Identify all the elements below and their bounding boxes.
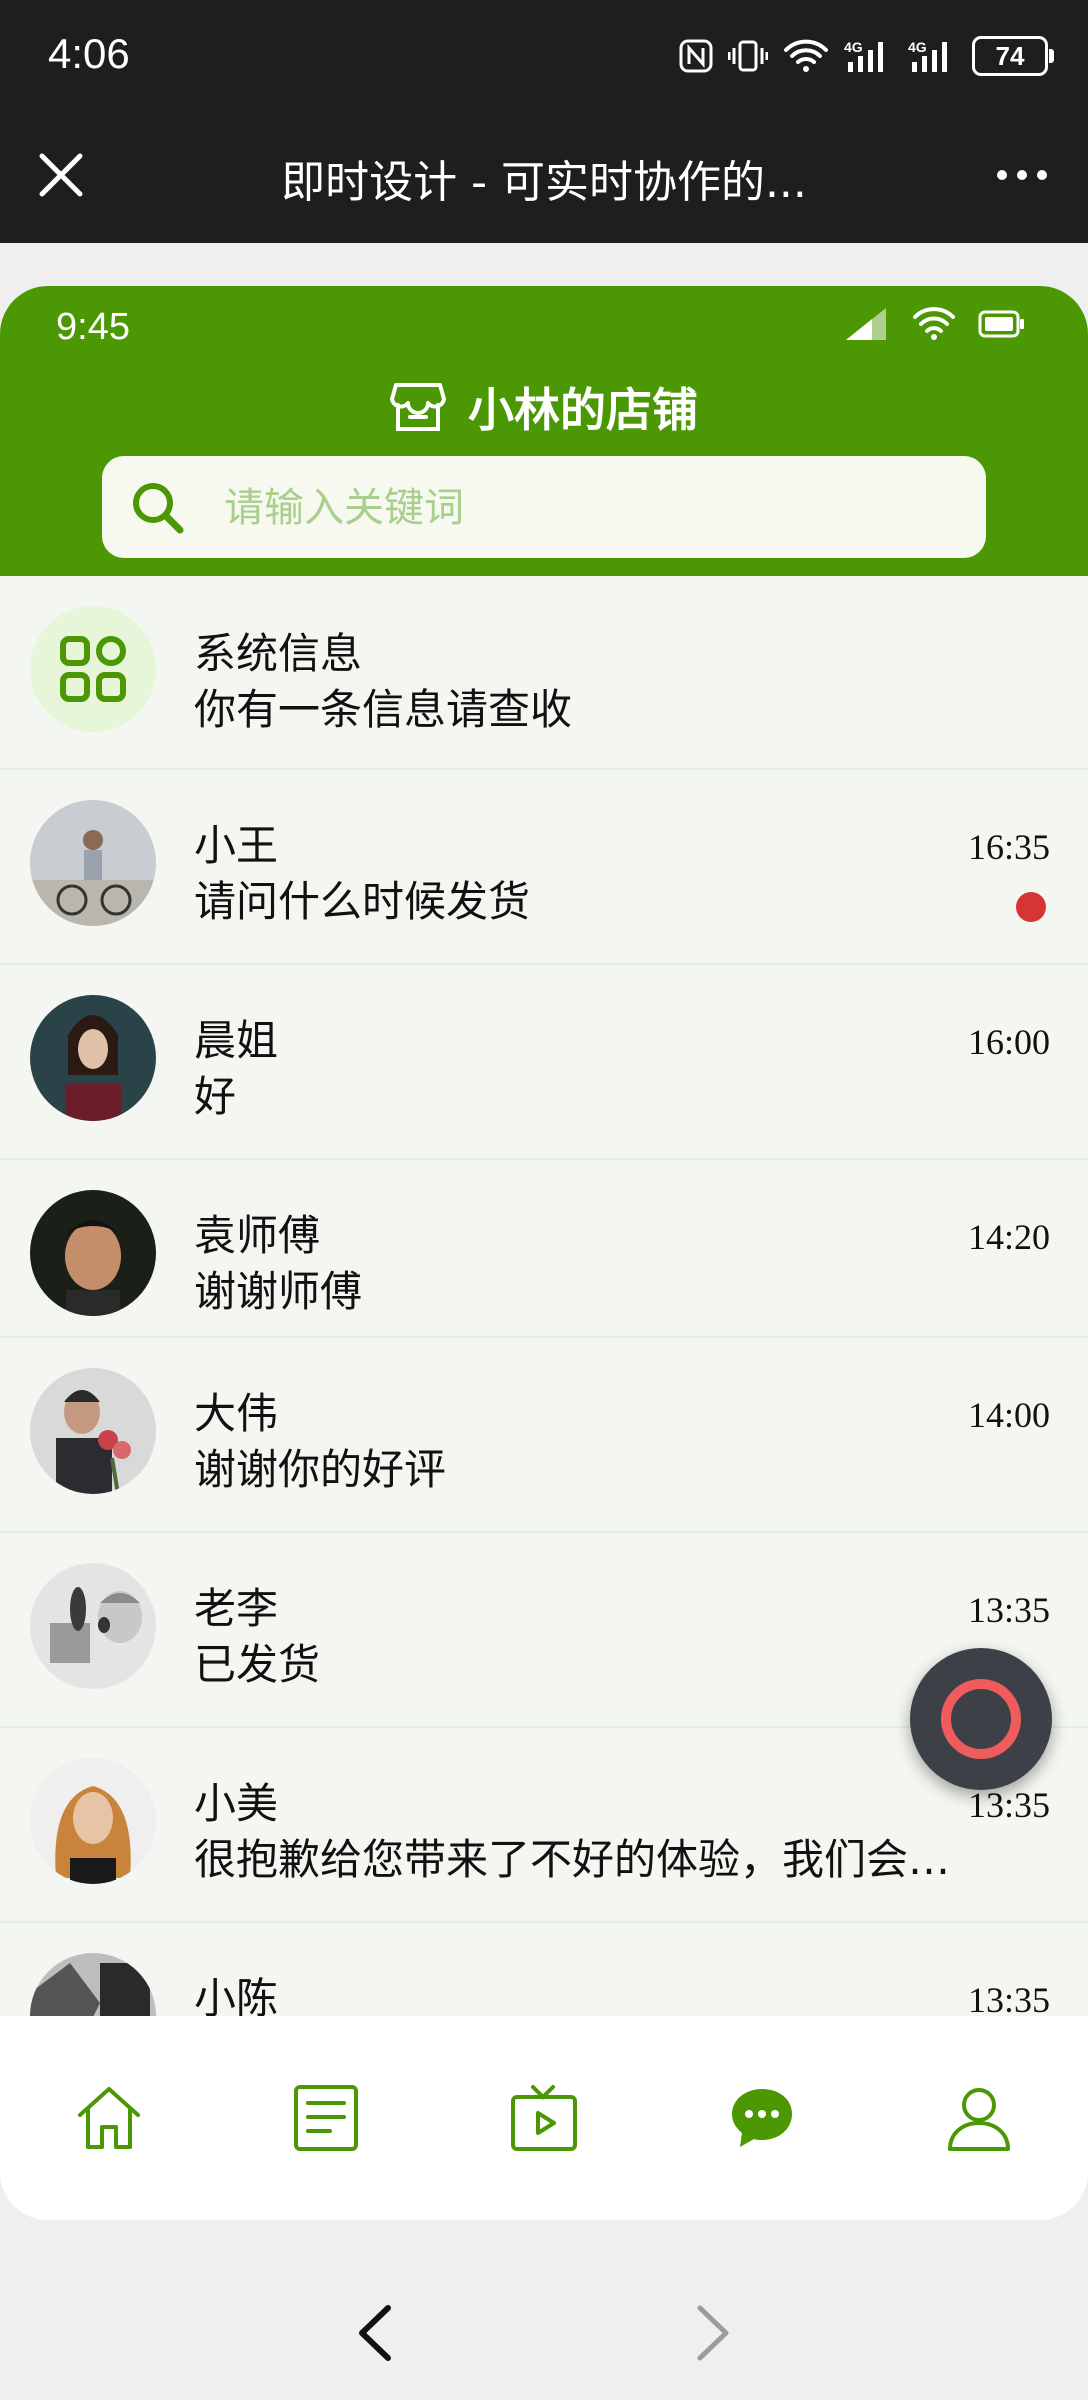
video-icon: [510, 2085, 577, 2151]
os-clock: 4:06: [48, 30, 130, 77]
chat-icon: [731, 2089, 792, 2147]
battery-icon: [978, 310, 1024, 338]
contact-name: 小美: [194, 1779, 279, 1828]
app-header: 9:45 小林的店铺: [0, 286, 1088, 576]
more-icon[interactable]: [994, 152, 1050, 198]
contact-name: 晨姐: [194, 1016, 279, 1065]
last-message: 很抱歉给您带来了不好的体验，我们会…: [194, 1835, 951, 1884]
back-arrow-icon[interactable]: [346, 2298, 402, 2368]
vibrate-icon: [728, 40, 768, 72]
system-message-text: 你有一条信息请查收: [194, 685, 573, 734]
contact-name: 小王: [194, 821, 279, 870]
os-status-icons: 4G 4G 74: [678, 34, 1054, 78]
system-avatar: [30, 606, 156, 732]
search-icon: [133, 483, 184, 534]
system-message-title: 系统信息: [194, 629, 363, 678]
search-bar[interactable]: [102, 456, 986, 560]
browser-top-bar: 4:06 4G 4G 74 即时设计 - 可实时协作的...: [0, 0, 1088, 243]
search-input[interactable]: [222, 456, 966, 560]
store-icon: [390, 383, 446, 431]
forward-arrow-icon[interactable]: [686, 2298, 742, 2368]
apps-grid-icon: [60, 636, 126, 702]
message-time: 16:35: [967, 827, 1050, 867]
tab-video[interactable]: [484, 2058, 604, 2178]
message-time: 16:00: [967, 1022, 1050, 1062]
unread-dot: [1016, 892, 1046, 922]
last-message: 谢谢师傅: [194, 1267, 363, 1316]
last-message: 好: [194, 1072, 237, 1121]
message-time: 14:20: [967, 1217, 1050, 1257]
tab-home[interactable]: [49, 2058, 169, 2178]
user-icon: [948, 2088, 1011, 2151]
conversation-row[interactable]: 大伟 谢谢你的好评 14:00: [0, 1338, 1088, 1533]
nfc-icon: [679, 39, 713, 73]
battery-indicator: 74: [972, 36, 1054, 76]
browser-title-row: 即时设计 - 可实时协作的...: [0, 130, 1088, 222]
close-icon[interactable]: [38, 152, 84, 198]
app-status-icons: [842, 306, 1026, 342]
store-title: 小林的店铺: [0, 372, 1088, 442]
signal-4g-icon-2: 4G: [908, 39, 947, 72]
contact-name: 袁师傅: [194, 1211, 321, 1260]
wifi-icon: [784, 39, 828, 72]
store-name: 小林的店铺: [468, 383, 698, 437]
avatar: [30, 995, 156, 1121]
bottom-tab-bar: [0, 2016, 1088, 2220]
avatar: [30, 1563, 156, 1689]
message-time: 13:35: [967, 1785, 1050, 1825]
svg-text:4G: 4G: [908, 39, 927, 55]
message-time: 14:00: [967, 1395, 1050, 1435]
tab-orders[interactable]: [266, 2058, 386, 2178]
conversation-row[interactable]: 晨姐 好 16:00: [0, 965, 1088, 1160]
conversation-row[interactable]: 小王 请问什么时候发货 16:35: [0, 770, 1088, 965]
last-message: 请问什么时候发货: [194, 877, 531, 926]
record-ring-icon: [941, 1679, 1021, 1759]
avatar: [30, 1368, 156, 1494]
tab-profile[interactable]: [919, 2058, 1039, 2178]
signal-4g-icon: 4G: [844, 39, 883, 72]
cellular-icon: [846, 308, 886, 340]
wifi-icon: [913, 307, 955, 340]
conversation-row[interactable]: 袁师傅 谢谢师傅 14:20: [0, 1160, 1088, 1338]
svg-text:4G: 4G: [844, 39, 863, 55]
home-icon: [77, 2087, 140, 2149]
browser-bottom-nav: [0, 2264, 1088, 2400]
page-title: 即时设计 - 可实时协作的...: [281, 157, 807, 208]
floating-record-button[interactable]: [910, 1648, 1052, 1790]
message-time: 13:35: [967, 1980, 1050, 2020]
message-list: 系统信息 你有一条信息请查收 小王 请问什么时候发货 16:35 晨姐 好 16…: [0, 576, 1088, 2118]
app-frame: 9:45 小林的店铺 系统信息 你有一条信息请查收: [0, 286, 1088, 2220]
contact-name: 老李: [194, 1584, 279, 1633]
last-message: 已发货: [194, 1640, 321, 1689]
tab-messages[interactable]: [702, 2058, 822, 2178]
document-icon: [294, 2085, 359, 2151]
message-time: 13:35: [967, 1590, 1050, 1630]
last-message: 谢谢你的好评: [194, 1445, 447, 1494]
avatar: [30, 1758, 156, 1884]
avatar: [30, 1190, 156, 1316]
system-message-row[interactable]: 系统信息 你有一条信息请查收: [0, 576, 1088, 770]
app-clock: 9:45: [56, 306, 130, 348]
contact-name: 大伟: [194, 1389, 279, 1438]
avatar: [30, 800, 156, 926]
